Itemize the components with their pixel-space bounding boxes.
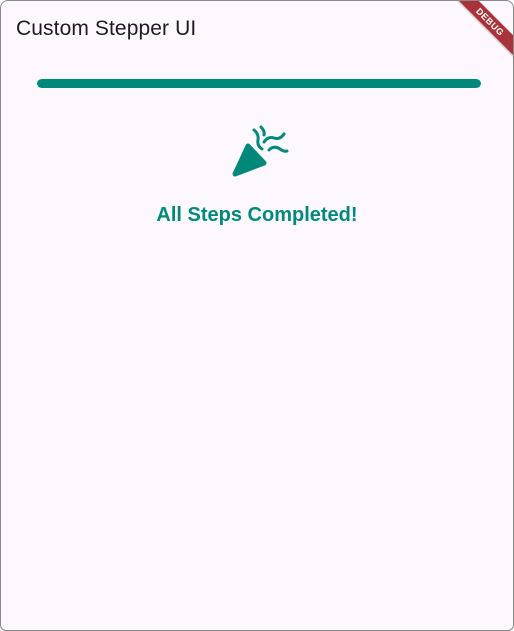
celebration-icon (232, 125, 289, 177)
completion-message: All Steps Completed! (156, 204, 358, 226)
debug-banner-label: DEBUG (453, 1, 513, 59)
app-window: Custom Stepper UI All Steps Completed! D… (0, 0, 514, 631)
progress-bar (37, 79, 481, 88)
debug-banner: DEBUG (453, 1, 513, 61)
app-title: Custom Stepper UI (16, 17, 197, 40)
progress-bar-fill (37, 79, 481, 88)
app-bar: Custom Stepper UI (1, 1, 513, 59)
